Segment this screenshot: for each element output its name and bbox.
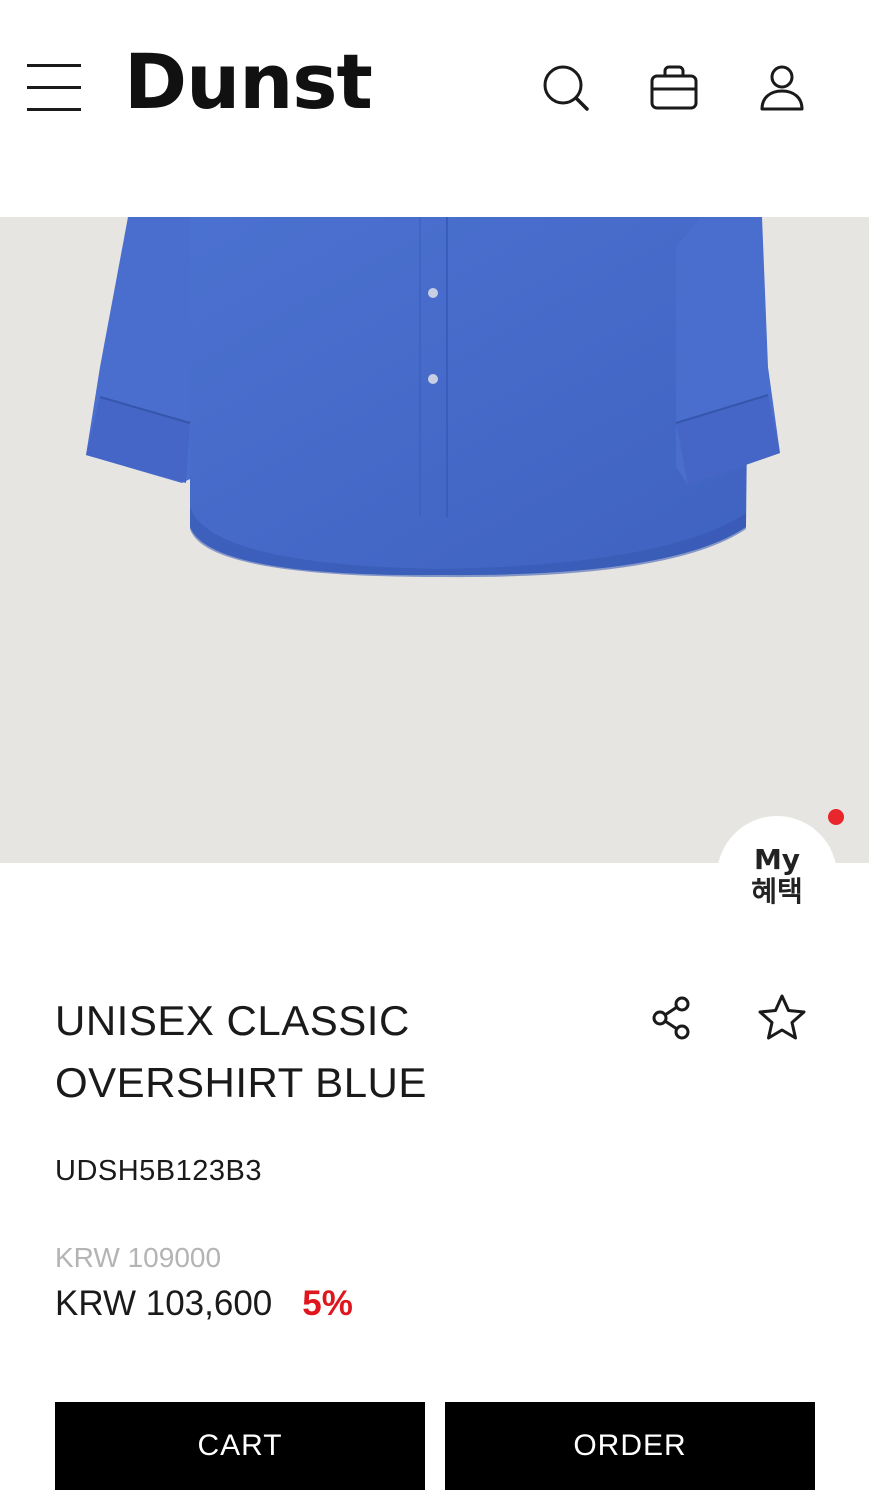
cart-button[interactable]: CART [55,1402,425,1490]
product-title-line-1: UNISEX CLASSIC [55,997,410,1044]
product-title: UNISEX CLASSIC OVERSHIRT BLUE [55,990,575,1114]
star-icon[interactable] [756,992,808,1044]
product-title-line-2: OVERSHIRT BLUE [55,1059,427,1106]
product-sku: UDSH5B123B3 [55,1155,262,1187]
price-row: KRW 103,600 5% [55,1284,353,1324]
original-price: KRW 109000 [55,1242,222,1273]
order-button[interactable]: ORDER [445,1402,815,1490]
discount-badge: 5% [302,1284,353,1323]
my-benefits-label-2: 혜택 [751,875,803,908]
shopping-bag-icon[interactable] [648,62,700,114]
my-benefits-label-1: My [753,843,801,876]
product-image[interactable] [0,217,869,863]
brand-logo[interactable]: Dunst [124,44,373,120]
sale-price: KRW 103,600 [55,1284,273,1323]
share-icon[interactable] [648,994,696,1042]
site-header: Dunst [0,0,869,217]
menu-icon[interactable] [27,62,83,114]
search-icon[interactable] [540,62,592,114]
my-benefits-button[interactable]: My 혜택 [717,816,837,926]
user-icon[interactable] [756,62,808,114]
notification-dot [828,809,844,825]
